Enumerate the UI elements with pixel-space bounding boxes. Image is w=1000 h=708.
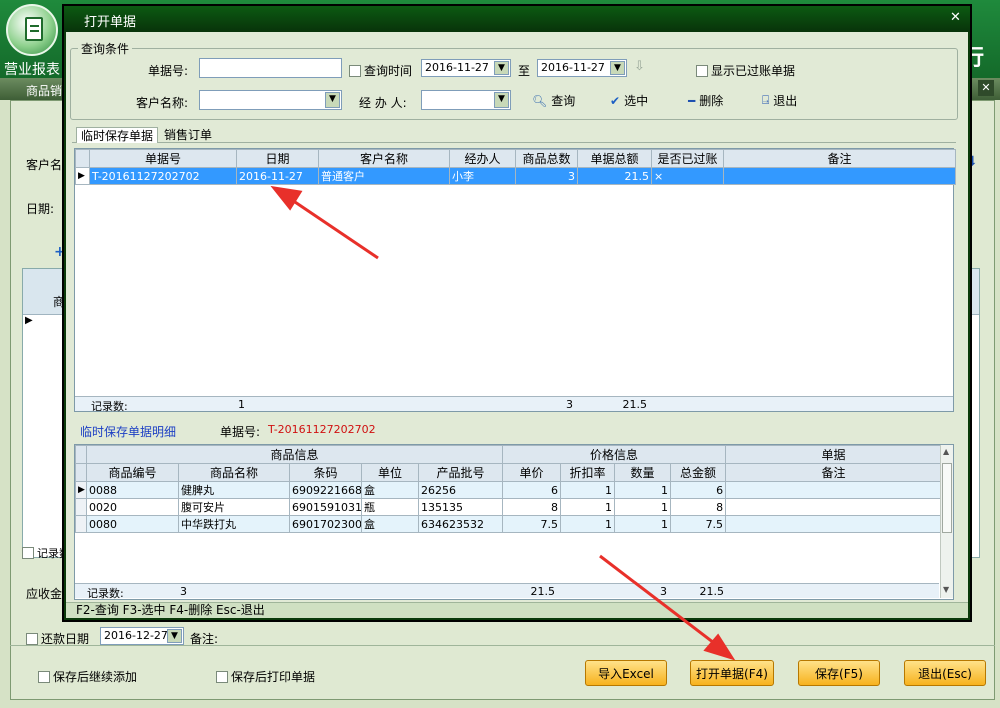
annotation-arrow-open-button <box>599 554 736 661</box>
annotation-arrows <box>270 185 736 661</box>
annotation-arrow-grid <box>270 185 379 260</box>
